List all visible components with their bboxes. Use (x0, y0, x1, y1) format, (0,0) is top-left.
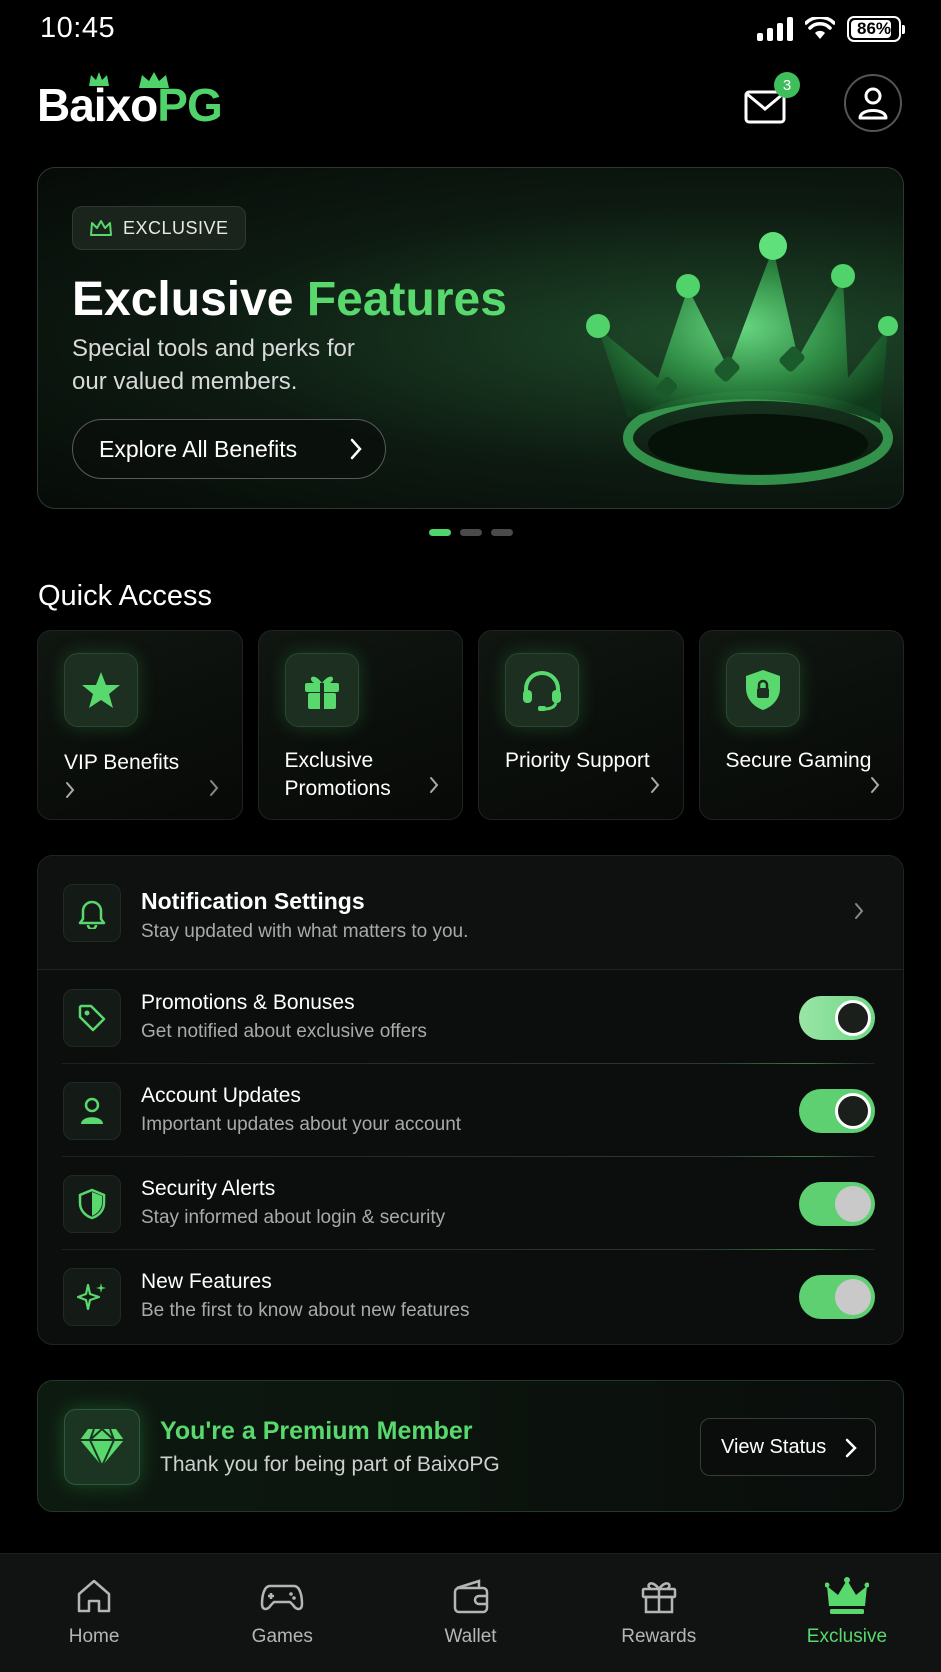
promotions-toggle[interactable] (799, 996, 875, 1040)
notification-settings-panel: Notification Settings Stay updated with … (37, 855, 904, 1345)
badge-label: EXCLUSIVE (123, 217, 229, 238)
notification-settings-subtitle: Stay updated with what matters to you. (141, 921, 469, 942)
setting-title: Promotions & Bonuses (141, 991, 355, 1014)
setting-row-new-features[interactable]: New Features Be the first to know about … (38, 1250, 903, 1343)
carousel-dot-active[interactable] (428, 529, 451, 536)
bell-icon (63, 884, 121, 942)
quick-access-title: Quick Access (38, 580, 213, 612)
chevron-right-icon (209, 780, 218, 796)
nav-label: Wallet (444, 1626, 497, 1647)
setting-row-account[interactable]: Account Updates Important updates about … (38, 1064, 903, 1157)
app-logo[interactable]: BaixoPG (37, 72, 223, 132)
qa-label: Exclusive Promotions (284, 749, 391, 800)
setting-title: New Features (141, 1270, 272, 1293)
setting-subtitle: Important updates about your account (141, 1114, 462, 1135)
hero-banner[interactable]: EXCLUSIVE Exclusive Features Special too… (37, 167, 904, 509)
setting-title: Security Alerts (141, 1177, 276, 1200)
premium-title: You're a Premium Member (160, 1417, 473, 1445)
wifi-icon (805, 17, 835, 39)
mail-button[interactable]: 3 (740, 72, 800, 128)
quick-access-grid: VIP Benefits Exclusive Promotions Priori… (37, 630, 904, 820)
chevron-right-icon (66, 782, 75, 798)
crown-illustration (586, 232, 898, 485)
hero-title-white: Exclusive (72, 273, 307, 326)
premium-subtitle: Thank you for being part of BaixoPG (160, 1453, 500, 1476)
wallet-icon (453, 1579, 488, 1614)
home-icon (77, 1579, 111, 1613)
exclusive-badge: EXCLUSIVE (72, 206, 246, 250)
crown-icon (824, 1577, 869, 1614)
chevron-right-icon (350, 438, 362, 460)
carousel-dot[interactable] (459, 529, 482, 536)
setting-row-security[interactable]: Security Alerts Stay informed about logi… (38, 1157, 903, 1250)
hero-title-green: Features (306, 273, 507, 326)
sparkle-icon (63, 1268, 121, 1326)
chevron-right-icon (871, 777, 880, 793)
nav-wallet[interactable]: Wallet (376, 1554, 564, 1672)
gamepad-icon (261, 1584, 304, 1611)
security-alerts-toggle[interactable] (799, 1182, 875, 1226)
qa-label: VIP Benefits (64, 751, 180, 774)
explore-benefits-button[interactable]: Explore All Benefits (72, 419, 386, 479)
bottom-navigation: Home Games Wallet Rewards Exclusive (0, 1553, 941, 1672)
setting-title: Account Updates (141, 1084, 301, 1107)
chevron-right-icon (650, 777, 659, 793)
logo-crown-icon (139, 72, 169, 88)
hero-title: Exclusive Features (72, 272, 507, 327)
nav-home[interactable]: Home (0, 1554, 188, 1672)
logo-crown-icon (89, 72, 109, 86)
setting-subtitle: Get notified about exclusive offers (141, 1021, 427, 1042)
carousel-dot[interactable] (490, 529, 513, 536)
notification-settings-header[interactable]: Notification Settings Stay updated with … (38, 856, 903, 970)
nav-games[interactable]: Games (188, 1554, 376, 1672)
crown-icon (90, 220, 112, 236)
nav-label: Home (68, 1626, 120, 1647)
status-time: 10:45 (40, 12, 116, 44)
nav-exclusive[interactable]: Exclusive (753, 1554, 941, 1672)
account-updates-toggle[interactable] (799, 1089, 875, 1133)
nav-label: Rewards (621, 1626, 697, 1647)
priority-support-card[interactable]: Priority Support (478, 630, 684, 820)
nav-label: Games (251, 1626, 313, 1647)
cellular-signal-icon (757, 17, 793, 41)
premium-member-card: You're a Premium Member Thank you for be… (37, 1380, 904, 1512)
status-bar: 10:45 86% (0, 0, 941, 58)
setting-subtitle: Stay informed about login & security (141, 1207, 446, 1228)
battery-icon: 86% (847, 16, 905, 42)
user-icon (63, 1082, 121, 1140)
carousel-indicator (0, 529, 941, 536)
setting-row-promotions[interactable]: Promotions & Bonuses Get notified about … (38, 971, 903, 1064)
chevron-right-icon (430, 777, 439, 793)
battery-level: 86% (856, 19, 892, 38)
new-features-toggle[interactable] (799, 1275, 875, 1319)
exclusive-promotions-card[interactable]: Exclusive Promotions (257, 630, 463, 820)
vip-benefits-card[interactable]: VIP Benefits (37, 630, 243, 820)
nav-rewards[interactable]: Rewards (565, 1554, 753, 1672)
status-icons: 86% (757, 16, 905, 42)
notification-settings-title: Notification Settings (141, 888, 365, 914)
user-icon (858, 87, 888, 120)
diamond-icon (64, 1409, 140, 1485)
headset-icon (505, 653, 579, 727)
lock-shield-icon (725, 653, 800, 727)
qa-label: Secure Gaming (725, 749, 872, 772)
view-status-button[interactable]: View Status (700, 1418, 876, 1476)
hero-subtitle: Special tools and perks for our valued m… (72, 335, 355, 395)
profile-button[interactable] (844, 74, 902, 132)
tag-icon (63, 989, 121, 1047)
chevron-right-icon (845, 1438, 857, 1458)
chevron-right-icon (855, 903, 864, 919)
shield-icon (63, 1175, 121, 1233)
cta-label: Explore All Benefits (99, 435, 298, 462)
nav-label: Exclusive (806, 1626, 888, 1647)
gift-icon (641, 1582, 676, 1614)
gift-icon (284, 653, 359, 727)
setting-subtitle: Be the first to know about new features (141, 1300, 470, 1321)
app-header: BaixoPG 3 (0, 66, 941, 146)
view-status-label: View Status (721, 1435, 827, 1458)
star-icon (64, 653, 138, 727)
mail-badge: 3 (774, 72, 800, 98)
secure-gaming-card[interactable]: Secure Gaming (698, 630, 904, 820)
qa-label: Priority Support (505, 749, 650, 772)
